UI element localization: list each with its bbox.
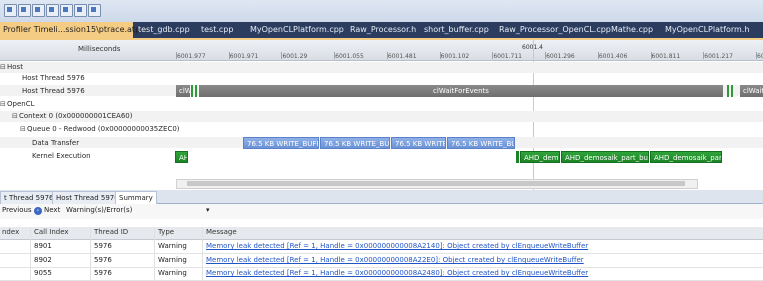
thread-id-cell: 5976 [94, 269, 112, 277]
type-cell: Warning [158, 269, 187, 277]
collapse-icon[interactable]: ⊟ [0, 62, 7, 73]
ruler-tick-label: 6001.711 [493, 53, 522, 60]
ruler-label: Milliseconds [78, 45, 121, 53]
open-icon[interactable] [18, 4, 31, 17]
previous-button[interactable]: Previous [2, 206, 32, 214]
collapse-icon[interactable]: ⊟ [12, 111, 19, 122]
kernel-marker [516, 151, 519, 163]
tab-host-thread-5976[interactable]: Host Thread 5976 [52, 191, 123, 204]
message-link[interactable]: Memory leak detected [Ref = 1, Handle = … [206, 240, 588, 253]
ruler-tick-label: 6001.481 [387, 53, 417, 60]
host-call-bar[interactable]: clW [176, 85, 190, 97]
tab-profiler-timeline[interactable]: Profiler Timeli...ssion15\ptrace.atp ✕ [0, 22, 151, 38]
table-row[interactable]: 9055 5976 Warning Memory leak detected [… [0, 267, 763, 281]
call-index-cell: 9055 [34, 269, 52, 277]
row-host[interactable]: ⊟Host [0, 62, 23, 73]
horizontal-scrollbar[interactable] [176, 179, 698, 189]
tab-summary[interactable]: Summary [115, 191, 157, 204]
data-transfer-bar[interactable]: 76.5 KB WRITE_ [391, 137, 446, 149]
save-icon[interactable] [32, 4, 45, 17]
next-arrow-icon[interactable]: › [34, 207, 42, 215]
ruler-tick-label: 6001.971 [229, 53, 259, 60]
save-all-icon[interactable] [46, 4, 59, 17]
collapse-icon[interactable]: ⊟ [0, 99, 7, 110]
row-data-transfer[interactable]: Data Transfer [32, 138, 79, 149]
dropdown-icon[interactable]: ▾ [206, 206, 210, 214]
data-transfer-bar[interactable]: 76.5 KB WRITE_BUFF [447, 137, 515, 149]
col-call-index[interactable]: Call Index [34, 228, 69, 236]
ruler-tick-label: 6001.102 [440, 53, 470, 60]
col-thread-id[interactable]: Thread ID [94, 228, 128, 236]
tab-myopenclplatform-h[interactable]: MyOpenCLPlatform.h [665, 22, 749, 38]
table-row[interactable]: 8902 5976 Warning Memory leak detected [… [0, 254, 763, 268]
tab-thread-5976-a[interactable]: t Thread 5976 [0, 191, 58, 204]
cursor-value: 6001.4 [522, 44, 543, 52]
call-index-cell: 8902 [34, 256, 52, 264]
type-cell: Warning [158, 242, 187, 250]
ruler-tick-label: 6001.296 [546, 53, 575, 60]
next-button[interactable]: Next [44, 206, 60, 214]
host-wait-bar-right[interactable]: clWait [740, 85, 763, 97]
row-host-thread-1[interactable]: Host Thread 5976 [22, 73, 85, 84]
row-kernel-execution[interactable]: Kernel Execution [32, 151, 91, 162]
ruler-tick-label: 6001.406 [598, 53, 628, 60]
message-link[interactable]: Memory leak detected [Ref = 1, Handle = … [206, 254, 584, 267]
thread-id-cell: 5976 [94, 256, 112, 264]
row-queue[interactable]: ⊟Queue 0 - Redwood (0x00000000035ZEC0) [20, 124, 180, 135]
ruler-tick-label: 6001.811 [651, 53, 681, 60]
data-transfer-bar[interactable]: 76.5 KB WRITE_BUFF [243, 137, 319, 149]
tab-test-cpp[interactable]: test.cpp [201, 22, 233, 38]
tab-raw-processor-opencl[interactable]: Raw_Processor_OpenCL.cpp [499, 22, 611, 38]
tab-test-gdb[interactable]: test_gdb.cpp [138, 22, 190, 38]
tab-mathe[interactable]: Mathe.cpp [611, 22, 653, 38]
tab-raw-processor-h[interactable]: Raw_Processor.h [350, 22, 416, 38]
new-icon[interactable] [4, 4, 17, 17]
tab-myopenclplatform-cpp[interactable]: MyOpenCLPlatform.cpp [250, 22, 344, 38]
row-host-thread-2[interactable]: Host Thread 5976 [22, 86, 85, 97]
cut-icon[interactable] [60, 4, 73, 17]
ruler-tick-label: 6001.217 [704, 53, 733, 60]
filter-select[interactable]: Warning(s)/Error(s) ▾ [66, 206, 211, 214]
collapse-icon[interactable]: ⊟ [20, 124, 27, 135]
toolbar [0, 0, 763, 22]
call-index-cell: 8901 [34, 242, 52, 250]
kernel-bar[interactable]: AH [175, 151, 188, 163]
data-transfer-bar[interactable]: 76.5 KB WRITE_BUF [320, 137, 390, 149]
row-context[interactable]: ⊟Context 0 (0x000000001CEA60) [12, 111, 132, 122]
col-index[interactable]: ndex [2, 228, 19, 236]
col-message[interactable]: Message [206, 228, 237, 236]
host-marker [195, 85, 197, 97]
table-row[interactable]: 8901 5976 Warning Memory leak detected [… [0, 240, 763, 254]
col-type[interactable]: Type [158, 228, 174, 236]
type-cell: Warning [158, 256, 187, 264]
paste-icon[interactable] [88, 4, 101, 17]
thread-id-cell: 5976 [94, 242, 112, 250]
kernel-bar[interactable]: AHD_demosaik_part_ [650, 151, 722, 163]
tab-label: Profiler Timeli...ssion15\ptrace.atp [3, 25, 141, 34]
host-marker [731, 85, 733, 97]
tab-short-buffer[interactable]: short_buffer.cpp [424, 22, 489, 38]
host-wait-bar[interactable]: clWaitForEvents [199, 85, 723, 97]
kernel-bar[interactable]: AHD_dem [520, 151, 560, 163]
host-marker [191, 85, 193, 97]
ruler-tick-label: 6001.29 [282, 53, 308, 60]
copy-icon[interactable] [74, 4, 87, 17]
row-opencl[interactable]: ⊟OpenCL [0, 99, 34, 110]
ruler-tick-label: 6001.81 [757, 53, 763, 60]
message-link[interactable]: Memory leak detected [Ref = 1, Handle = … [206, 267, 588, 280]
row-bg [0, 62, 763, 73]
host-marker [727, 85, 729, 97]
kernel-bar[interactable]: AHD_demosaik_part_build [561, 151, 649, 163]
ruler-tick-label: 6001.977 [177, 53, 206, 60]
scrollbar-thumb[interactable] [187, 181, 685, 186]
ruler-tick-label: 6001.055 [335, 53, 364, 60]
